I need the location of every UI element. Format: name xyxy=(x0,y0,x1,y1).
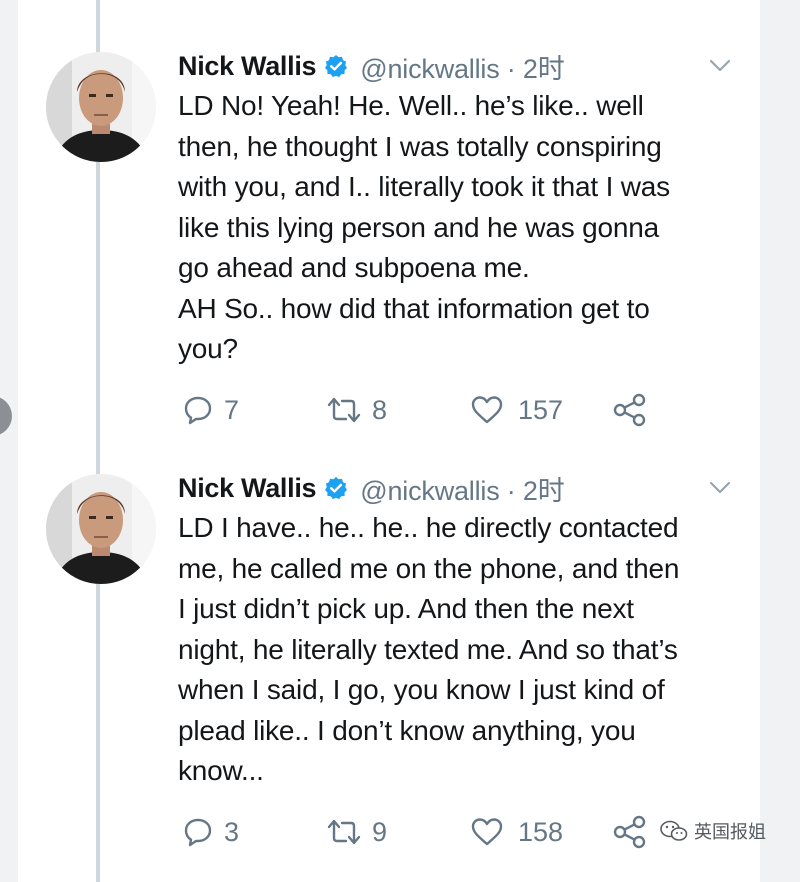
wechat-icon xyxy=(660,820,688,841)
author-handle-time[interactable]: @nickwallis · 2时 xyxy=(360,47,564,86)
reply-count: 3 xyxy=(224,816,240,847)
retweet-icon xyxy=(327,819,361,845)
tweet-text-line: go ahead and subpoena me. xyxy=(178,252,530,283)
tweet-text-line: when I said, I go, you know I just kind … xyxy=(178,674,665,705)
retweet-button[interactable]: 8 xyxy=(326,390,387,430)
reply-button[interactable]: 7 xyxy=(182,390,239,430)
share-button[interactable] xyxy=(612,812,648,852)
reply-count: 7 xyxy=(224,394,240,425)
tweet-text-line: AH So.. how did that information get to xyxy=(178,292,650,324)
tweet-text-line: with you, and I.. literally took it that… xyxy=(178,171,670,202)
tweet-actions: 7 8 157 xyxy=(0,390,800,430)
tweet-text-line: LD No! Yeah! He. Well.. he’s like.. well xyxy=(178,90,644,121)
tweet-header: Nick Wallis @nickwallis · 2时 xyxy=(178,470,565,506)
chevron-down-icon[interactable] xyxy=(708,58,732,74)
avatar[interactable] xyxy=(46,52,156,162)
tweet-text: LD No! Yeah! He. Well.. he’s like.. well… xyxy=(178,86,748,370)
retweet-count: 8 xyxy=(372,394,388,425)
reply-icon xyxy=(184,818,212,847)
watermark-text: 英国报姐 xyxy=(694,822,766,842)
tweet-header: Nick Wallis @nickwallis · 2时 xyxy=(178,48,565,84)
retweet-button[interactable]: 9 xyxy=(326,812,387,852)
reply-button[interactable]: 3 xyxy=(182,812,239,852)
tweet-text-line: know... xyxy=(178,755,264,786)
tweet-text-line: you? xyxy=(178,333,238,364)
watermark: 英国报姐 xyxy=(660,818,766,844)
tweet-text-line: I just didn’t pick up. And then the next xyxy=(178,593,634,624)
author-handle-time[interactable]: @nickwallis · 2时 xyxy=(360,469,564,508)
like-button[interactable]: 158 xyxy=(470,812,563,852)
tweet-text-line: like this lying person and he was gonna xyxy=(178,211,659,243)
verified-badge-icon xyxy=(325,477,348,500)
heart-icon xyxy=(471,396,503,424)
verified-badge-icon xyxy=(325,55,348,78)
avatar[interactable] xyxy=(46,474,156,584)
share-icon xyxy=(613,815,646,849)
author-name[interactable]: Nick Wallis xyxy=(178,51,317,82)
previous-tweet-fragment xyxy=(150,0,710,10)
avatar-photo-icon xyxy=(46,474,156,584)
chevron-down-icon[interactable] xyxy=(708,480,732,496)
tweet-text: LD I have.. he.. he.. he directly contac… xyxy=(178,508,748,792)
tweet-text-line: night, he literally texted me. And so th… xyxy=(178,633,678,665)
reply-icon xyxy=(184,396,212,425)
heart-icon xyxy=(471,818,503,846)
retweet-icon xyxy=(327,397,361,423)
like-button[interactable]: 157 xyxy=(470,390,563,430)
like-count: 157 xyxy=(518,394,564,425)
tweet-text-line: me, he called me on the phone, and then xyxy=(178,552,680,584)
like-count: 158 xyxy=(518,816,564,847)
tweet-text-line: then, he thought I was totally conspirin… xyxy=(178,130,662,162)
avatar-photo-icon xyxy=(46,52,156,162)
retweet-count: 9 xyxy=(372,816,388,847)
author-name[interactable]: Nick Wallis xyxy=(178,473,317,504)
tweet-text-line: plead like.. I don’t know anything, you xyxy=(178,714,636,746)
share-icon xyxy=(613,393,646,427)
share-button[interactable] xyxy=(612,390,648,430)
tweet-text-line: LD I have.. he.. he.. he directly contac… xyxy=(178,512,679,543)
